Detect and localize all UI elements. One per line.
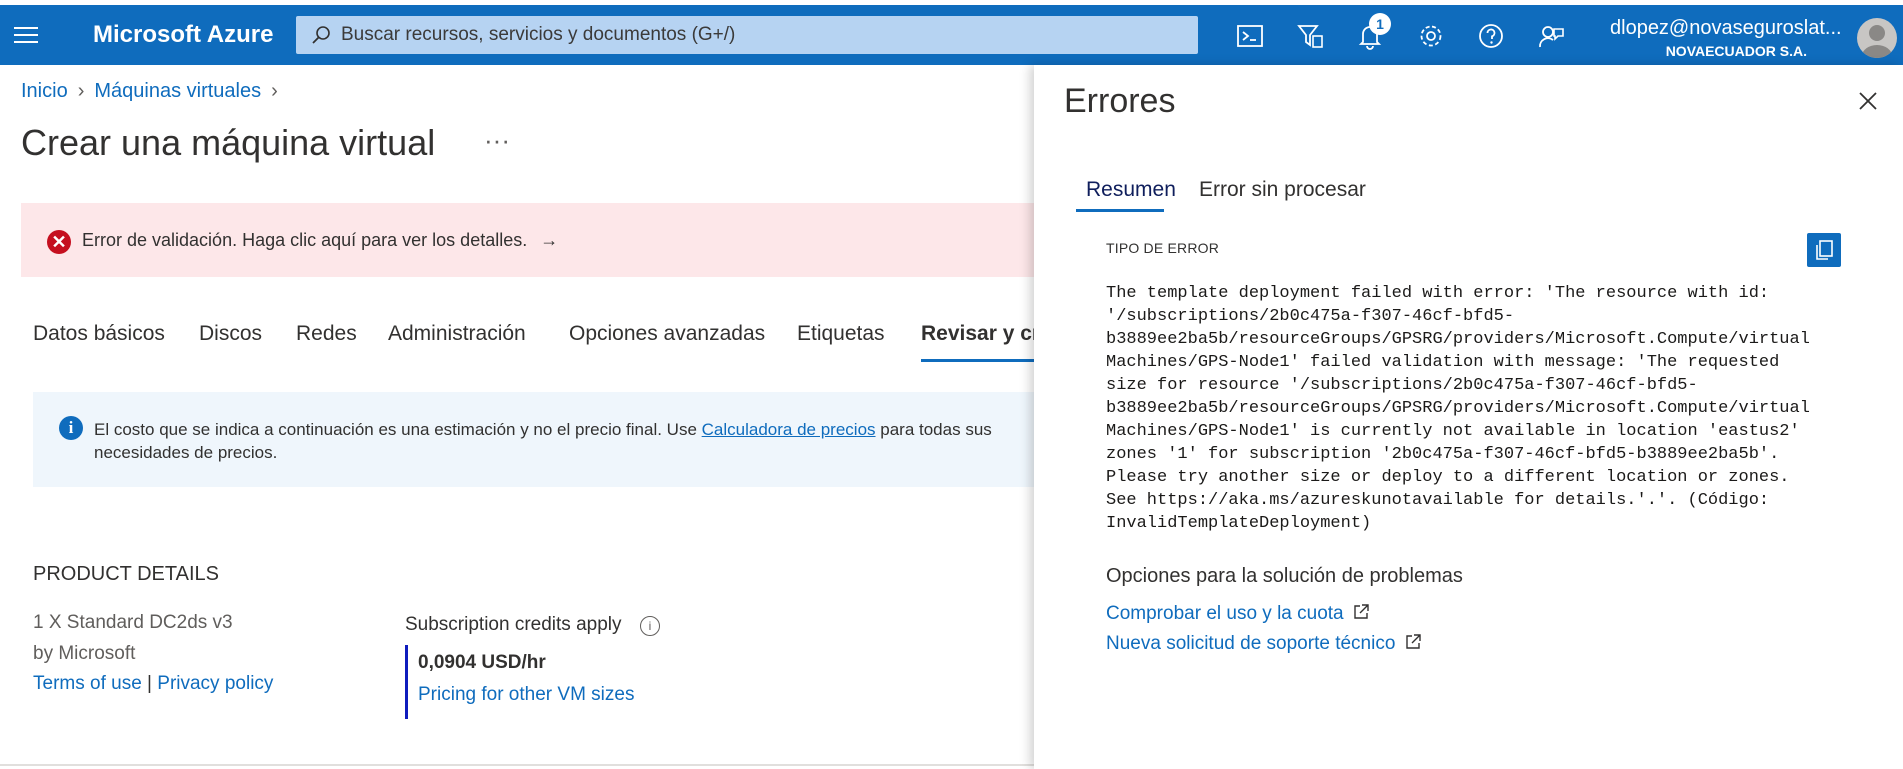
tab-raw-error[interactable]: Error sin procesar (1199, 178, 1366, 202)
new-support-request-label: Nueva solicitud de soporte técnico (1106, 633, 1396, 654)
top-bar: Microsoft Azure Buscar recursos, servici… (0, 0, 1903, 65)
new-support-request-link[interactable]: Nueva solicitud de soporte técnico (1106, 633, 1422, 655)
troubleshooting-heading: Opciones para la solución de problemas (1106, 565, 1463, 587)
pricing-info-box: i El costo que se indica a continuación … (33, 392, 1043, 487)
info-circle-icon[interactable]: i (640, 616, 660, 636)
breadcrumb: Inicio › Máquinas virtuales › (21, 80, 288, 103)
breadcrumb-virtual-machines[interactable]: Máquinas virtuales (94, 80, 261, 102)
pricing-calculator-link[interactable]: Calculadora de precios (702, 420, 876, 439)
notification-badge: 1 (1369, 13, 1391, 35)
tab-networking[interactable]: Redes (296, 322, 357, 346)
arrow-right-icon: → (540, 230, 559, 250)
search-icon (312, 26, 330, 44)
divider (0, 764, 1034, 766)
tab-management[interactable]: Administración (388, 322, 526, 346)
info-text-line2: necesidades de precios. (94, 443, 278, 462)
panel-title: Errores (1064, 82, 1176, 120)
tab-basics[interactable]: Datos básicos (33, 322, 165, 346)
product-links: Terms of use | Privacy policy (33, 673, 273, 695)
tab-advanced[interactable]: Opciones avanzadas (569, 322, 765, 346)
pricing-other-sizes-link[interactable]: Pricing for other VM sizes (418, 684, 634, 706)
avatar[interactable] (1857, 18, 1897, 58)
price-value: 0,0904 USD/hr (418, 652, 546, 673)
link-separator: | (147, 673, 152, 694)
feedback-icon[interactable] (1536, 21, 1566, 51)
terms-of-use-link[interactable]: Terms of use (33, 673, 142, 694)
check-usage-quota-link[interactable]: Comprobar el uso y la cuota (1106, 603, 1370, 625)
user-avatar-icon (1862, 25, 1892, 58)
directory-filter-icon[interactable] (1295, 21, 1325, 51)
info-icon: i (59, 416, 83, 440)
chevron-right-icon: › (77, 80, 85, 102)
errors-panel: Errores Resumen Error sin procesar TIPO … (1034, 65, 1903, 769)
search-placeholder: Buscar recursos, servicios y documentos … (341, 24, 736, 45)
search-input[interactable]: Buscar recursos, servicios y documentos … (296, 16, 1198, 54)
breadcrumb-home[interactable]: Inicio (21, 80, 68, 102)
subscription-credits-label: Subscription credits apply (405, 614, 622, 635)
pricing-info-text: El costo que se indica a continuación es… (94, 418, 1074, 464)
external-link-icon (1405, 634, 1421, 649)
info-text-start: El costo que se indica a continuación es… (94, 420, 702, 439)
active-tab-indicator (1076, 209, 1164, 212)
info-text-end: para todas sus (875, 420, 992, 439)
copy-icon (1816, 240, 1833, 260)
active-tab-indicator (921, 359, 1051, 362)
page-title: Crear una máquina virtual (21, 122, 436, 163)
error-type-label: TIPO DE ERROR (1106, 240, 1220, 256)
close-icon[interactable] (1856, 89, 1880, 113)
validation-error-banner[interactable]: ✕ Error de validación. Haga clic aquí pa… (21, 203, 1041, 277)
product-name: 1 X Standard DC2ds v3 (33, 612, 233, 633)
help-icon[interactable] (1476, 21, 1506, 51)
product-details-heading: PRODUCT DETAILS (33, 563, 219, 585)
error-details-text: The template deployment failed with erro… (1106, 284, 1810, 533)
account-org[interactable]: NOVAECUADOR S.A. (1666, 43, 1807, 59)
tab-disks[interactable]: Discos (199, 322, 262, 346)
menu-icon[interactable] (14, 27, 38, 47)
validation-error-text: Error de validación. Haga clic aquí para… (82, 230, 528, 250)
error-icon: ✕ (47, 230, 71, 254)
brand-title[interactable]: Microsoft Azure (93, 21, 273, 49)
product-publisher: by Microsoft (33, 643, 136, 664)
tab-summary[interactable]: Resumen (1086, 178, 1176, 202)
chevron-right-icon: › (271, 80, 278, 102)
more-options-button[interactable]: ··· (484, 125, 510, 156)
account-name[interactable]: dlopez@novaseguroslat... (1610, 17, 1842, 40)
settings-gear-icon[interactable] (1416, 21, 1446, 51)
tab-review-create[interactable]: Revisar y cre (921, 322, 1052, 346)
tab-tags[interactable]: Etiquetas (797, 322, 885, 346)
cloud-shell-icon[interactable] (1235, 21, 1265, 51)
validation-error-message[interactable]: Error de validación. Haga clic aquí para… (82, 230, 558, 251)
copy-button[interactable] (1807, 233, 1841, 267)
external-link-icon (1354, 604, 1369, 619)
price-accent-bar (405, 645, 408, 719)
check-usage-quota-label: Comprobar el uso y la cuota (1106, 603, 1344, 624)
privacy-policy-link[interactable]: Privacy policy (157, 673, 273, 694)
